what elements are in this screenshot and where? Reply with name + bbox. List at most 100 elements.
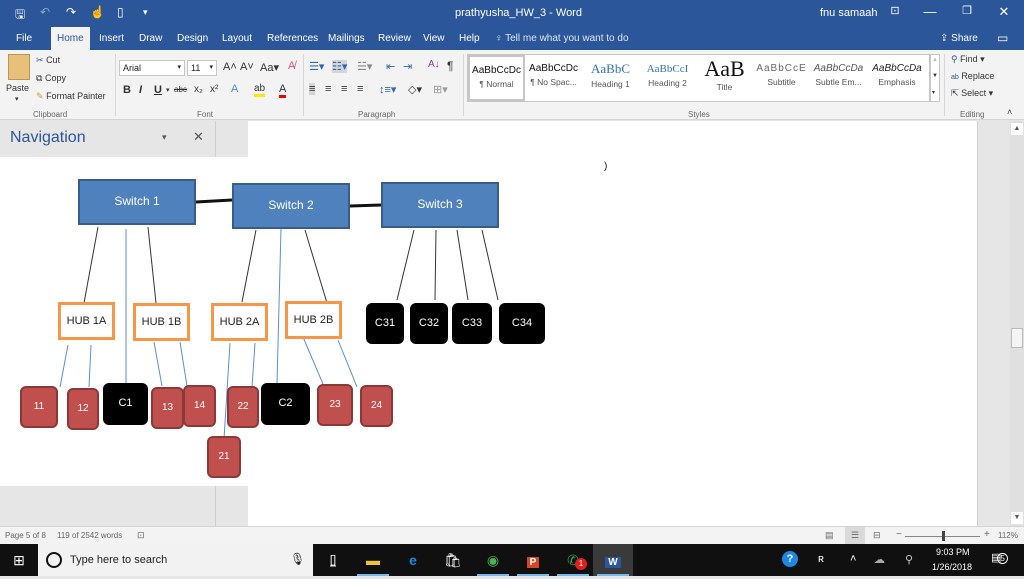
file-explorer-icon[interactable]: ▬ [353, 544, 393, 576]
align-right-icon[interactable]: ≡ [341, 83, 347, 95]
clock-time[interactable]: 9:03 PM [936, 547, 970, 557]
redo-icon[interactable]: ↷ [66, 5, 76, 19]
windows-start-icon[interactable]: ⊞ [0, 544, 38, 576]
taskbar-search[interactable]: Type here to search 🎙 [38, 544, 313, 576]
computer-node[interactable]: C32 [410, 303, 448, 344]
multilevel-list-icon[interactable]: ☱▾ [357, 60, 372, 73]
show-hidden-icons[interactable]: ˄ [850, 553, 856, 565]
underline-button[interactable]: U [154, 84, 162, 96]
style-no-spacing[interactable]: AaBbCcDc ¶ No Spac... [525, 55, 582, 101]
vertical-scrollbar[interactable]: ▲ ▼ [1010, 121, 1024, 526]
grow-font-icon[interactable]: A˄ [223, 61, 237, 73]
share-button[interactable]: ⇪ Share [940, 33, 978, 44]
switch-node[interactable]: Switch 2 [232, 183, 350, 229]
italic-button[interactable]: I [139, 84, 142, 96]
edge-icon[interactable]: e [393, 544, 433, 576]
increase-indent-icon[interactable]: ⇥ [403, 60, 412, 73]
switch-node[interactable]: Switch 1 [78, 179, 196, 225]
proofing-icon[interactable]: ⊡ [137, 530, 145, 541]
tab-layout[interactable]: Layout [222, 33, 252, 44]
tab-references[interactable]: References [267, 33, 318, 44]
zoom-slider-thumb[interactable] [942, 531, 945, 541]
style-emphasis[interactable]: AaBbCcDa Emphasis [867, 55, 927, 101]
style-subtitle[interactable]: AaBbCcE Subtitle [753, 55, 810, 101]
line-spacing-icon[interactable]: ↕≡▾ [379, 83, 396, 96]
style-title[interactable]: AaB Title [696, 55, 753, 101]
change-case-button[interactable]: Aa▾ [260, 61, 279, 74]
hub-node[interactable]: HUB 1B [133, 303, 190, 341]
show-hide-marks-icon[interactable]: ¶ [447, 59, 453, 73]
word-icon[interactable]: W [593, 544, 633, 576]
scroll-down-icon[interactable]: ▼ [932, 73, 938, 79]
touch-mode-icon[interactable]: ☝ [90, 5, 105, 19]
font-size-select[interactable]: 11 ▾ [187, 60, 217, 76]
select-button[interactable]: ⇱ Select ▾ [951, 88, 993, 99]
powerpoint-icon[interactable]: P [513, 544, 553, 576]
tab-draw[interactable]: Draw [139, 33, 162, 44]
tab-design[interactable]: Design [177, 33, 208, 44]
hub-node[interactable]: HUB 1A [58, 302, 115, 340]
customize-qat-icon[interactable]: ▾ [143, 7, 148, 18]
align-left-icon[interactable]: ≡ [309, 83, 316, 95]
tab-file[interactable]: File [16, 33, 32, 44]
zoom-out-button[interactable]: − [896, 529, 902, 540]
new-doc-icon[interactable]: ▯ [117, 5, 124, 19]
tab-insert[interactable]: Insert [99, 33, 124, 44]
word-count[interactable]: 119 of 2542 words [57, 531, 122, 540]
network-diagram[interactable]: Switch 1 Switch 2 Switch 3 HUB 1A HUB 1B… [0, 157, 560, 486]
host-node[interactable]: 13 [151, 387, 184, 429]
borders-icon[interactable]: ⊞▾ [433, 83, 448, 96]
strikethrough-button[interactable]: abc [174, 85, 187, 94]
computer-node[interactable]: C1 [103, 383, 148, 425]
save-icon[interactable]: 🖫 [15, 5, 25, 26]
computer-node[interactable]: C34 [499, 303, 545, 344]
replace-button[interactable]: ab Replace [951, 71, 994, 81]
decrease-indent-icon[interactable]: ⇤ [386, 60, 395, 73]
numbering-icon[interactable]: ☷▾ [332, 60, 348, 73]
task-view-icon[interactable]: ⦋⦌ [313, 544, 353, 576]
zoom-in-button[interactable]: + [984, 529, 990, 540]
paste-icon[interactable] [8, 54, 30, 80]
bold-button[interactable]: B [123, 84, 131, 96]
shading-icon[interactable]: ◇▾ [408, 83, 422, 96]
scroll-thumb[interactable] [1011, 328, 1023, 348]
bullets-icon[interactable]: ☰▾ [309, 60, 324, 73]
switch-node[interactable]: Switch 3 [381, 182, 499, 228]
paste-dropdown-icon[interactable]: ▾ [15, 95, 19, 103]
styles-gallery-scroll[interactable]: ▲ ▼ ▾ [930, 54, 940, 102]
clear-formatting-icon[interactable]: A̸ [288, 60, 295, 72]
computer-node[interactable]: C33 [452, 303, 492, 344]
host-node[interactable]: 12 [67, 388, 99, 430]
align-center-icon[interactable]: ≡ [325, 83, 331, 95]
read-mode-icon[interactable]: ▤ [825, 530, 834, 541]
store-icon[interactable]: 🛍 [433, 544, 473, 576]
nav-close-icon[interactable]: ✕ [193, 129, 204, 145]
copy-button[interactable]: ⧉ Copy [36, 73, 66, 84]
format-painter-button[interactable]: ✎ Format Painter [36, 91, 106, 102]
hub-node[interactable]: HUB 2A [211, 303, 268, 341]
paste-button[interactable]: Paste [6, 83, 29, 93]
tab-mailings[interactable]: Mailings [328, 33, 365, 44]
whatsapp-icon[interactable]: ✆ 1 [553, 544, 593, 576]
host-node[interactable]: 23 [317, 384, 353, 426]
subscript-button[interactable]: x₂ [194, 84, 203, 95]
host-node[interactable]: 24 [360, 385, 393, 427]
tab-review[interactable]: Review [378, 33, 411, 44]
help-icon[interactable]: ? [782, 551, 798, 567]
shrink-font-icon[interactable]: A˅ [240, 61, 254, 73]
underline-dropdown-icon[interactable]: ▾ [166, 86, 170, 94]
microphone-icon[interactable]: 🎙 [290, 552, 305, 566]
text-effects-icon[interactable]: A [231, 83, 238, 95]
action-center-icon[interactable]: ▤5 [991, 551, 1008, 564]
nav-options-icon[interactable]: ▾ [162, 132, 167, 143]
scroll-down-arrow[interactable]: ▼ [1011, 512, 1023, 524]
justify-icon[interactable]: ≡ [357, 83, 363, 95]
scroll-up-arrow[interactable]: ▲ [1011, 123, 1023, 135]
chrome-icon[interactable]: ◉ [473, 544, 513, 576]
style-normal[interactable]: AaBbCcDc ¶ Normal [468, 55, 525, 101]
clock-date[interactable]: 1/26/2018 [932, 562, 972, 572]
computer-node[interactable]: C31 [366, 303, 404, 344]
scroll-up-icon[interactable]: ▲ [932, 57, 938, 63]
computer-node[interactable]: C2 [261, 383, 310, 425]
tab-view[interactable]: View [423, 33, 445, 44]
